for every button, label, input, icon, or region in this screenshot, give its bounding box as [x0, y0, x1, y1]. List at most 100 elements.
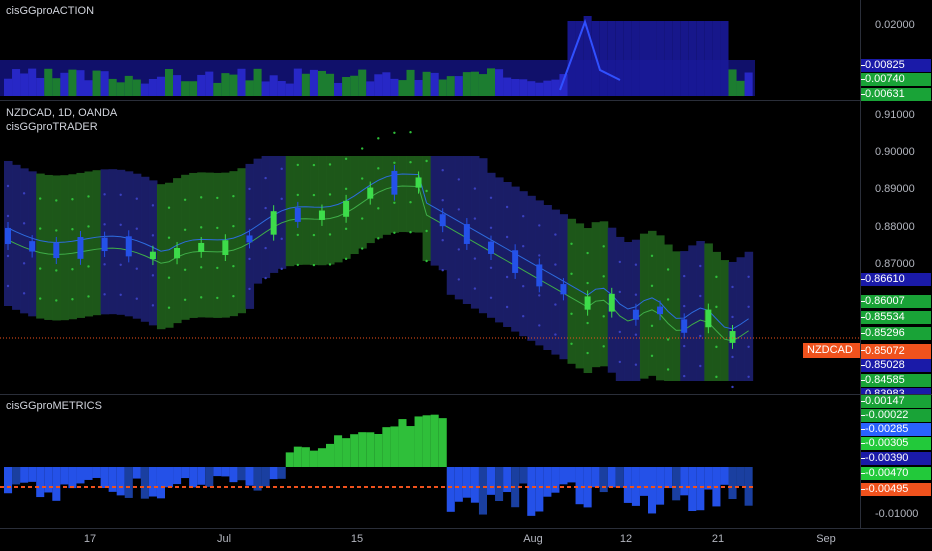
- candle-body: [488, 241, 494, 254]
- channel-band: [116, 169, 126, 315]
- channel-band: [309, 156, 319, 266]
- candle-body: [632, 309, 639, 320]
- time-axis[interactable]: 17 Jul 15 Aug 12 21 Sep: [0, 528, 932, 551]
- metric-bar: [92, 467, 101, 478]
- band-dot: [55, 299, 58, 302]
- band-dot: [715, 375, 718, 379]
- action-bar: [398, 80, 407, 96]
- band-dot: [135, 267, 138, 270]
- metric-bar: [599, 467, 608, 493]
- channel-band: [213, 172, 222, 318]
- band-dot: [135, 297, 138, 300]
- action-bar: [607, 21, 616, 96]
- channel-band: [108, 169, 118, 315]
- metric-bar: [173, 467, 182, 485]
- band-dot: [538, 224, 541, 227]
- action-bar: [148, 78, 157, 96]
- metric-bar: [414, 416, 423, 467]
- action-bar: [165, 69, 174, 96]
- channel-band: [334, 156, 343, 263]
- price-pane[interactable]: NZDCAD, 1D, OANDA cisGGproTRADER NZDCAD: [0, 101, 860, 394]
- axis-value-tag: 0.85028: [861, 359, 931, 372]
- metric-bar: [390, 426, 399, 467]
- action-bar: [36, 77, 45, 96]
- metric-bar: [148, 467, 157, 497]
- price-axis[interactable]: 0.91000 0.90000 0.89000 0.88000 0.87000 …: [860, 101, 932, 394]
- metric-bar: [350, 434, 359, 467]
- metric-bar: [277, 467, 286, 479]
- channel-band: [527, 195, 536, 341]
- metric-bar: [4, 467, 13, 494]
- action-bar: [4, 78, 13, 96]
- metric-bar: [269, 467, 278, 480]
- candle-body: [222, 240, 229, 256]
- action-bar: [519, 79, 528, 96]
- candle-body: [53, 242, 60, 259]
- axis-tick: 0.88000: [875, 221, 915, 233]
- metrics-axis[interactable]: 0.00147 -0.00022 -0.00285 -0.00305 -0.00…: [860, 395, 932, 528]
- action-bar: [688, 21, 697, 96]
- band-dot: [586, 281, 589, 285]
- time-tick: 12: [619, 533, 633, 545]
- action-price-axis[interactable]: 0.02000 0.00825 0.00740 0.00631: [860, 0, 932, 101]
- metric-bar: [36, 467, 45, 498]
- band-dot: [22, 222, 26, 225]
- band-dot: [22, 262, 26, 265]
- band-dot: [683, 374, 686, 378]
- band-dot: [232, 264, 235, 268]
- metric-bar: [664, 467, 673, 489]
- band-dot: [151, 234, 155, 237]
- band-dot: [55, 199, 58, 202]
- metric-bar: [495, 467, 504, 502]
- price-chart: [0, 131, 860, 389]
- band-dot: [200, 296, 203, 299]
- band-dot: [489, 296, 493, 299]
- action-bar: [438, 79, 447, 96]
- metric-bar: [132, 467, 141, 479]
- band-dot: [232, 194, 235, 198]
- action-pane[interactable]: cisGGproACTION: [0, 0, 860, 100]
- action-bar: [462, 72, 471, 96]
- band-dot: [457, 248, 460, 251]
- band-dot: [699, 364, 702, 368]
- action-bar: [543, 80, 552, 96]
- band-dot: [586, 321, 589, 325]
- metrics-histogram: [0, 414, 755, 516]
- action-bar: [664, 21, 673, 96]
- band-dot: [200, 226, 203, 229]
- axis-value-tag: -0.00285: [861, 423, 931, 436]
- metric-bar: [213, 467, 222, 477]
- axis-value-tag: -0.00390: [861, 452, 931, 465]
- metric-bar: [124, 467, 133, 498]
- metric-bar: [245, 467, 254, 486]
- band-dot: [554, 333, 557, 336]
- action-bar: [140, 83, 149, 96]
- band-dot: [264, 246, 267, 250]
- band-dot: [538, 294, 541, 297]
- band-dot: [167, 276, 171, 279]
- band-dot: [183, 198, 187, 202]
- action-bar: [317, 70, 326, 96]
- band-dot: [618, 260, 621, 264]
- action-bar: [173, 75, 182, 96]
- metric-bar: [438, 418, 447, 467]
- band-dot: [522, 245, 525, 248]
- band-dot: [634, 293, 638, 296]
- metric-bar: [656, 467, 665, 505]
- metric-bar: [28, 467, 37, 482]
- metrics-pane[interactable]: cisGGproMETRICS: [0, 395, 860, 528]
- metric-bar: [736, 467, 745, 486]
- band-dot: [409, 201, 412, 204]
- action-bar: [132, 79, 141, 96]
- band-dot: [264, 176, 267, 180]
- band-dot: [167, 206, 171, 209]
- metric-bar: [382, 427, 391, 467]
- action-bar: [478, 74, 487, 96]
- band-dot: [296, 263, 299, 267]
- band-dot: [457, 178, 460, 181]
- action-bar: [623, 21, 632, 96]
- channel-band: [44, 174, 53, 320]
- metric-bar: [688, 467, 697, 512]
- band-dot: [151, 274, 155, 277]
- channel-band: [720, 260, 729, 381]
